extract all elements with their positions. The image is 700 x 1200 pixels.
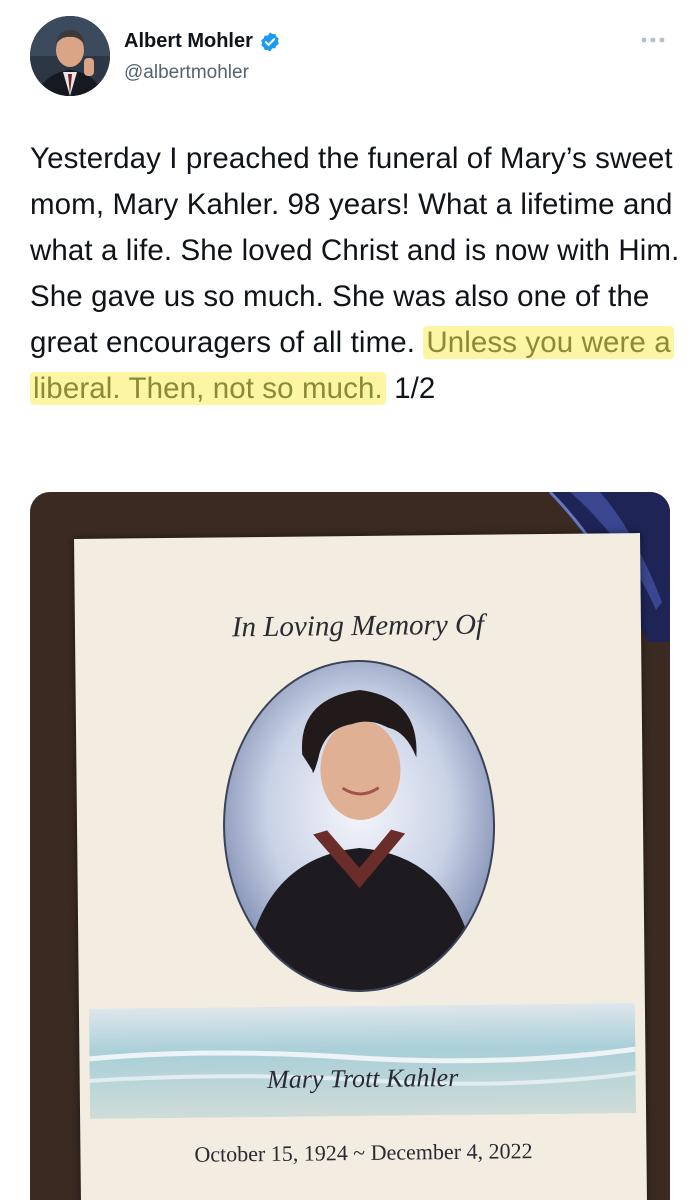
author-display-name[interactable]: Albert Mohler: [124, 30, 253, 53]
tweet-header: Albert Mohler @albertmohler: [0, 0, 700, 110]
author-handle[interactable]: @albertmohler: [124, 62, 249, 84]
tweet-text: Yesterday I preached the funeral of Mary…: [30, 136, 680, 412]
more-options-icon[interactable]: [638, 30, 668, 50]
profile-photo-icon: [30, 16, 110, 96]
memorial-card: In Loving Memory Of Mary Trott Kahler Oc…: [74, 533, 648, 1200]
author-name-row: Albert Mohler: [124, 30, 281, 53]
card-name: Mary Trott Kahler: [266, 1062, 459, 1094]
tweet-text-suffix: 1/2: [394, 372, 436, 405]
card-dates: October 15, 1924 ~ December 4, 2022: [194, 1138, 533, 1167]
avatar[interactable]: [30, 16, 110, 96]
memorial-portrait: [223, 659, 496, 992]
card-title: In Loving Memory Of: [231, 608, 485, 644]
tweet-photo[interactable]: In Loving Memory Of Mary Trott Kahler Oc…: [30, 492, 670, 1200]
verified-badge-icon: [259, 31, 281, 53]
